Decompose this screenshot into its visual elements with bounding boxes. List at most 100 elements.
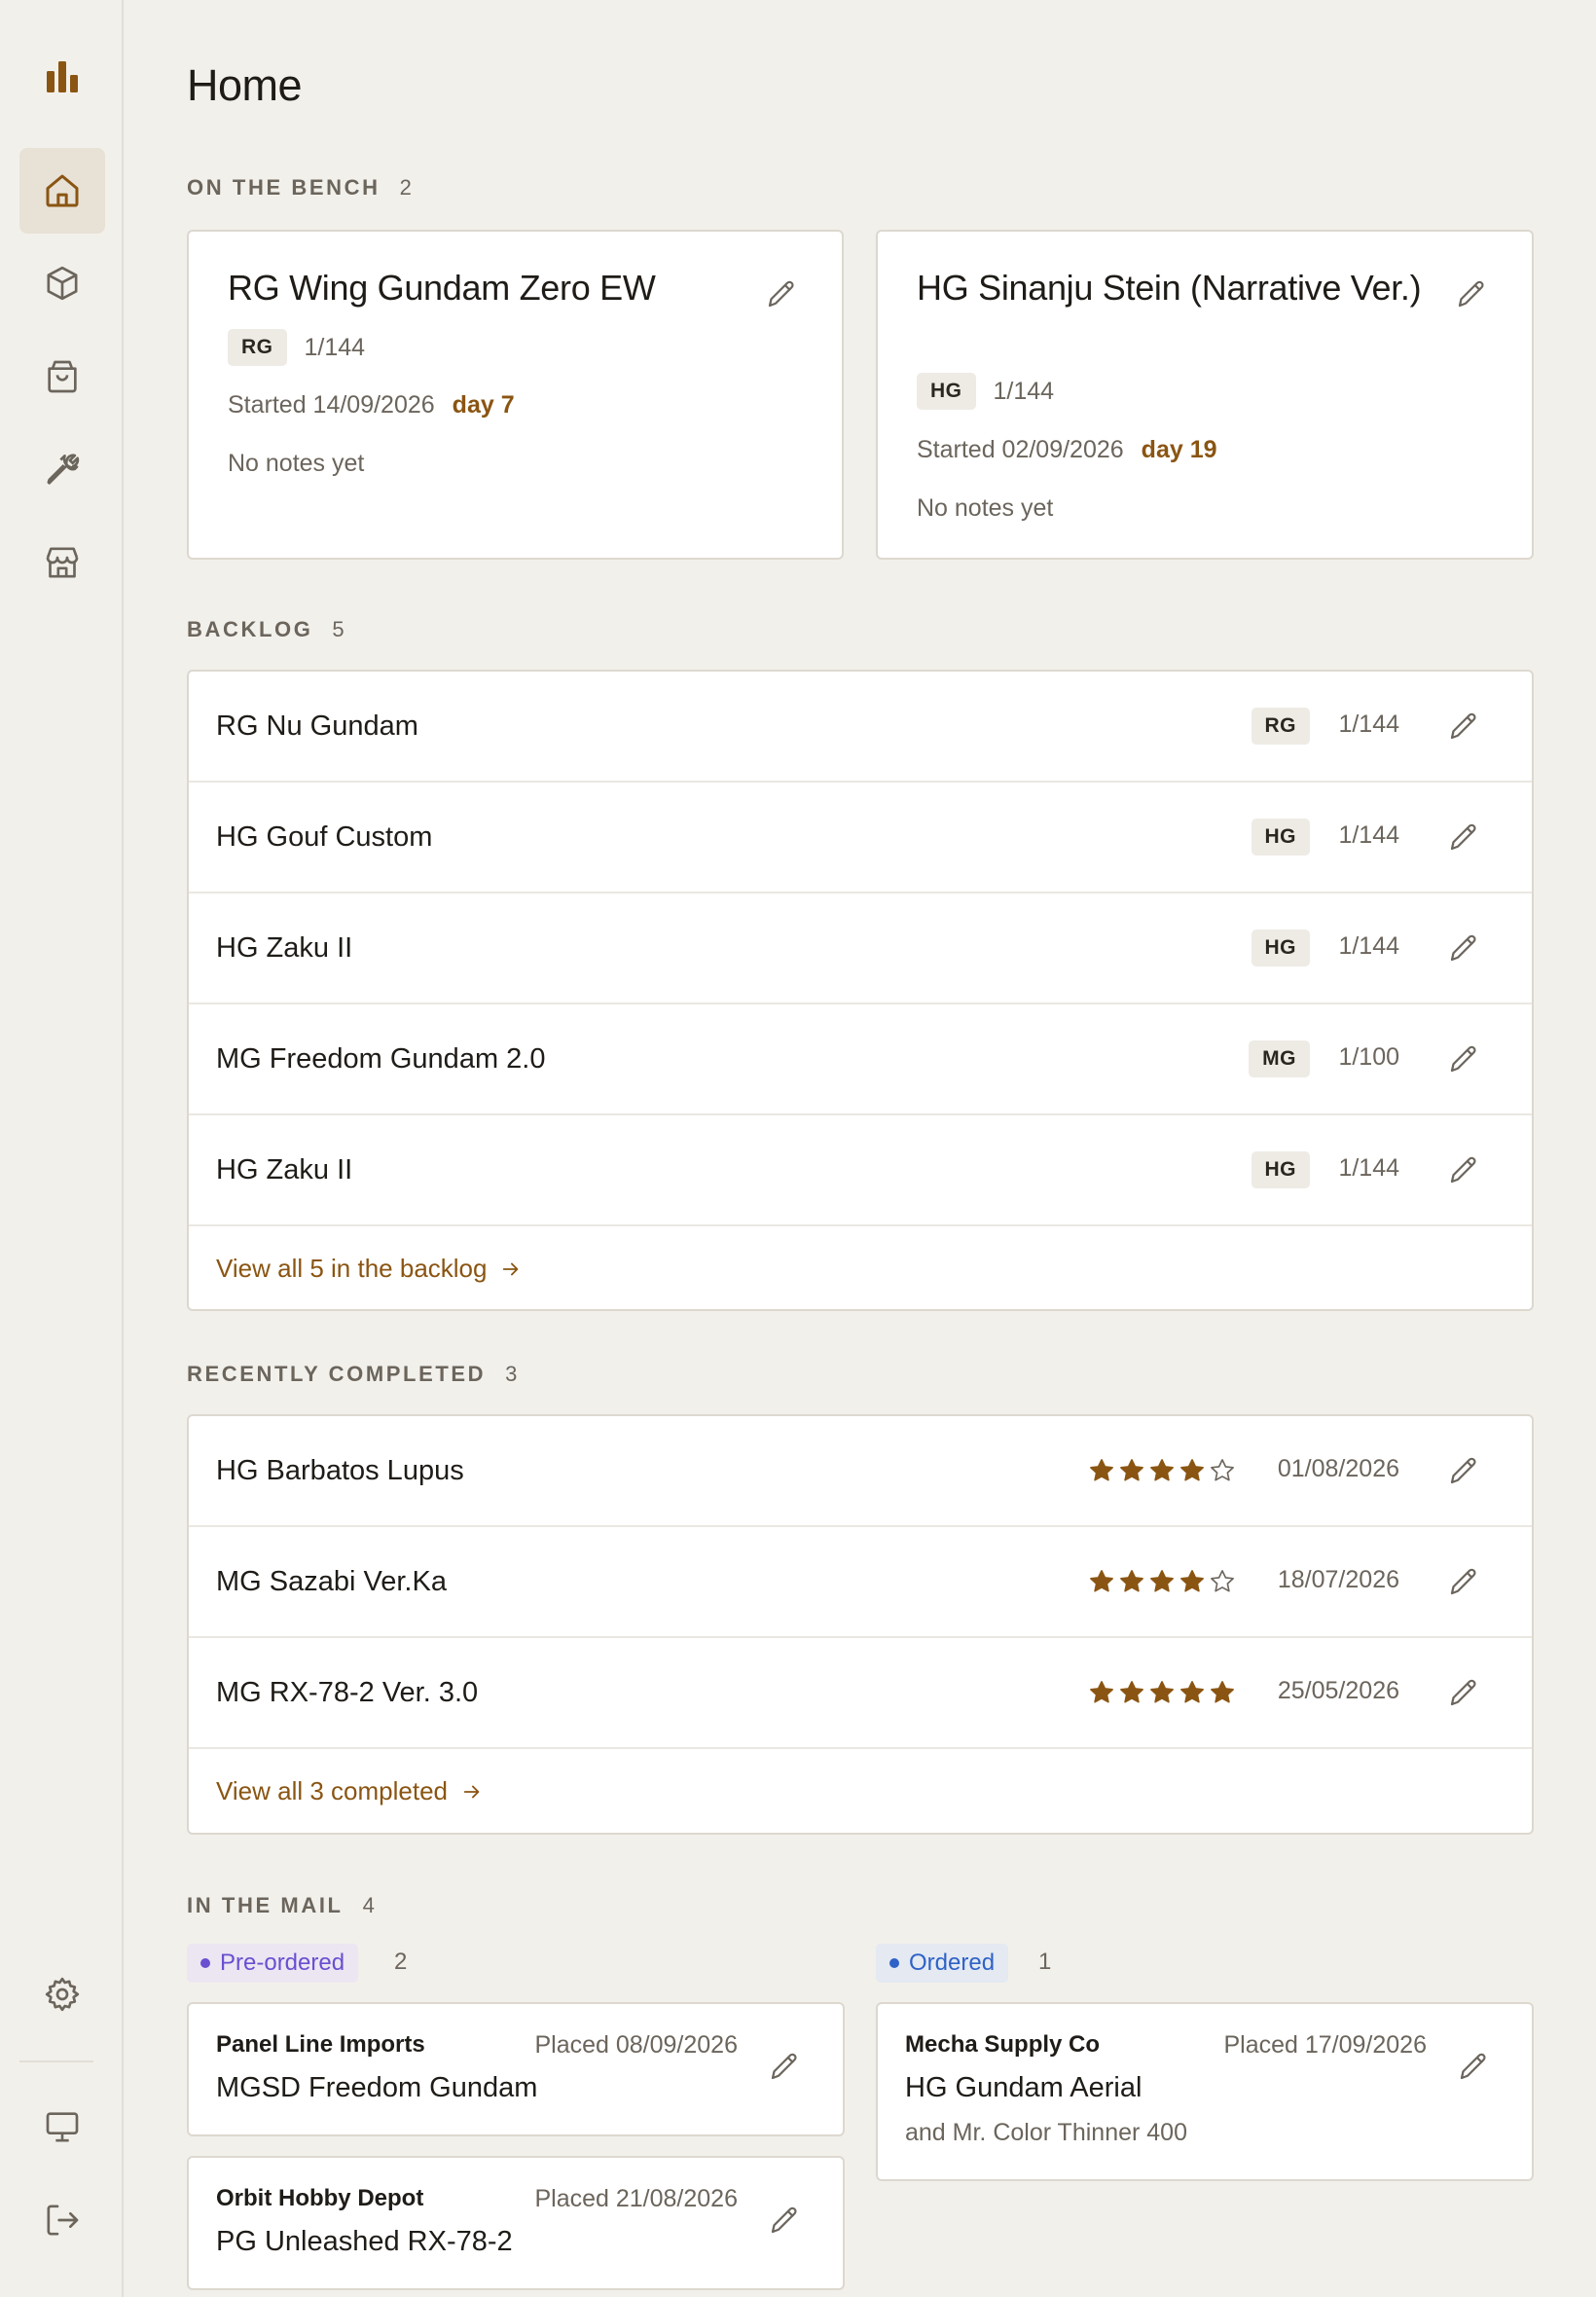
kit-name: HG Gouf Custom [216, 821, 433, 853]
sidebar-item-home[interactable] [19, 148, 105, 234]
star-filled-icon [1120, 1681, 1143, 1703]
star-filled-icon [1120, 1459, 1143, 1481]
started-date: Started 02/09/2026 day 19 [917, 436, 1217, 463]
kit-meta: RG 1/144 [228, 329, 365, 366]
edit-icon[interactable] [1446, 1453, 1481, 1488]
kit-scale: 1/100 [1338, 1043, 1399, 1071]
edit-icon[interactable] [1456, 2049, 1491, 2084]
order-extra: and Mr. Color Thinner 400 [905, 2119, 1187, 2146]
edit-icon[interactable] [1446, 820, 1481, 855]
edit-icon[interactable] [1454, 276, 1489, 311]
list-item[interactable]: HG Zaku II HG 1/144 [189, 893, 1532, 1004]
edit-icon[interactable] [1446, 1675, 1481, 1710]
edit-icon[interactable] [767, 2049, 802, 2084]
started-date: Started 14/09/2026 day 7 [228, 391, 515, 419]
sidebar-item-display[interactable] [19, 2084, 105, 2169]
order-card[interactable]: Orbit Hobby Depot Placed 21/08/2026 PG U… [187, 2156, 845, 2290]
kit-scale: 1/144 [304, 333, 366, 361]
sidebar-item-logout[interactable] [19, 2177, 105, 2263]
vendor-name: Panel Line Imports [216, 2031, 425, 2058]
kit-name: MG Freedom Gundam 2.0 [216, 1043, 546, 1075]
edit-icon[interactable] [1446, 1152, 1481, 1187]
kit-title: RG Wing Gundam Zero EW [228, 268, 656, 308]
kit-name: MG Sazabi Ver.Ka [216, 1566, 447, 1597]
edit-icon[interactable] [1446, 1041, 1481, 1076]
kit-title: HG Sinanju Stein (Narrative Ver.) [917, 268, 1422, 308]
ordered-count: 1 [1038, 1949, 1052, 1975]
grade-badge: HG [1251, 930, 1310, 966]
status-dot [889, 1958, 899, 1968]
edit-icon[interactable] [764, 276, 799, 311]
kit-name: HG Zaku II [216, 932, 353, 964]
kit-scale: 1/144 [1338, 821, 1399, 849]
preordered-count: 2 [394, 1949, 408, 1975]
star-filled-icon [1150, 1681, 1174, 1703]
list-item[interactable]: MG Freedom Gundam 2.0 MG 1/100 [189, 1004, 1532, 1115]
star-filled-icon [1090, 1459, 1113, 1481]
sidebar-item-settings[interactable] [19, 1951, 105, 2037]
star-rating [1088, 1568, 1236, 1595]
bench-card[interactable]: RG Wing Gundam Zero EW RG 1/144 Started … [187, 230, 844, 560]
backlog-list: RG Nu Gundam RG 1/144 HG Gouf Custom HG … [187, 670, 1534, 1311]
status-dot [200, 1958, 210, 1968]
edit-icon[interactable] [1446, 709, 1481, 744]
day-count: day 7 [452, 391, 515, 419]
grade-badge: HG [917, 373, 976, 410]
completed-list: HG Barbatos Lupus 01/08/2026 MG Sazabi V… [187, 1414, 1534, 1835]
order-card[interactable]: Panel Line Imports Placed 08/09/2026 MGS… [187, 2002, 845, 2136]
list-item[interactable]: HG Gouf Custom HG 1/144 [189, 783, 1532, 893]
edit-icon[interactable] [1446, 930, 1481, 966]
page-title: Home [187, 60, 303, 110]
grade-badge: HG [1251, 1151, 1310, 1188]
mail-section-label: In the mail 4 [187, 1893, 375, 1917]
edit-icon[interactable] [1446, 1564, 1481, 1599]
kit-name: MG RX-78-2 Ver. 3.0 [216, 1677, 479, 1708]
vendor-name: Mecha Supply Co [905, 2031, 1101, 2058]
bar-chart-logo-icon[interactable] [19, 34, 105, 120]
monitor-icon [46, 2112, 79, 2142]
list-item[interactable]: HG Zaku II HG 1/144 [189, 1115, 1532, 1226]
grade-badge: RG [1251, 708, 1310, 745]
star-filled-icon [1180, 1681, 1204, 1703]
vendor-name: Orbit Hobby Depot [216, 2185, 424, 2211]
completed-section-label: Recently completed 3 [187, 1362, 518, 1386]
completed-date: 18/07/2026 [1277, 1566, 1399, 1593]
backlog-section-label: Backlog 5 [187, 617, 345, 641]
kit-name: HG Barbatos Lupus [216, 1455, 464, 1486]
star-filled-icon [1180, 1570, 1204, 1592]
kit-scale: 1/144 [1338, 711, 1399, 738]
sidebar-item-shopping[interactable] [19, 334, 105, 419]
view-all-completed-link[interactable]: View all 3 completed [216, 1776, 483, 1806]
order-item: PG Unleashed RX-78-2 [216, 2226, 513, 2257]
list-item[interactable]: MG Sazabi Ver.Ka 18/07/2026 [189, 1527, 1532, 1638]
home-icon [46, 174, 79, 207]
list-item[interactable]: RG Nu Gundam RG 1/144 [189, 672, 1532, 783]
bench-card[interactable]: HG Sinanju Stein (Narrative Ver.) HG 1/1… [876, 230, 1534, 560]
bench-section-label: On the bench 2 [187, 175, 412, 200]
placed-date: Placed 08/09/2026 [534, 2031, 738, 2059]
shopping-bag-icon [48, 360, 77, 393]
sidebar-divider [19, 2060, 93, 2062]
arrow-right-icon [503, 1262, 519, 1275]
edit-icon[interactable] [767, 2203, 802, 2238]
list-item[interactable]: HG Barbatos Lupus 01/08/2026 [189, 1416, 1532, 1527]
kit-scale: 1/144 [993, 377, 1055, 405]
logout-icon [47, 2205, 79, 2236]
kit-meta: HG 1/144 [917, 373, 1054, 410]
star-rating [1088, 1457, 1236, 1484]
sidebar-item-stores[interactable] [19, 520, 105, 605]
list-item[interactable]: MG RX-78-2 Ver. 3.0 25/05/2026 [189, 1638, 1532, 1749]
view-all-backlog-link[interactable]: View all 5 in the backlog [216, 1254, 522, 1284]
gear-icon [45, 1977, 80, 2012]
order-card[interactable]: Mecha Supply Co Placed 17/09/2026 HG Gun… [876, 2002, 1534, 2181]
star-filled-icon [1211, 1681, 1234, 1703]
kit-scale: 1/144 [1338, 1154, 1399, 1182]
placed-date: Placed 17/09/2026 [1223, 2031, 1427, 2059]
kit-scale: 1/144 [1338, 932, 1399, 960]
wrench-icon [47, 454, 80, 485]
sidebar-item-tools[interactable] [19, 427, 105, 513]
star-filled-icon [1150, 1459, 1174, 1481]
grade-badge: HG [1251, 819, 1310, 856]
grade-badge: RG [228, 329, 287, 366]
sidebar-item-kits[interactable] [19, 240, 105, 326]
